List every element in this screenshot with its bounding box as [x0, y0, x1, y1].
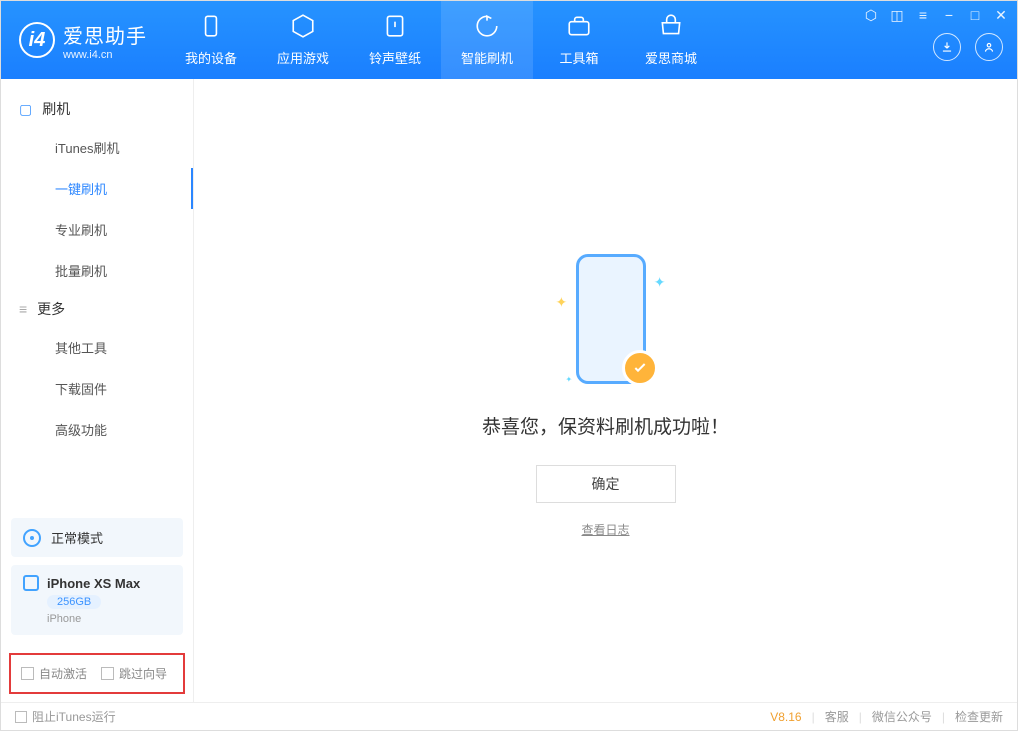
menu-icon[interactable]: ≡ [915, 7, 931, 24]
minimize-button[interactable]: − [941, 7, 957, 24]
device-small-icon [23, 575, 39, 591]
store-icon [658, 13, 684, 42]
lock-icon[interactable]: ◫ [889, 7, 905, 24]
user-icon[interactable] [975, 33, 1003, 61]
sidebar-item-download-firmware[interactable]: 下载固件 [1, 368, 193, 409]
device-icon [198, 13, 224, 42]
tab-tools[interactable]: 工具箱 [533, 1, 625, 79]
account-icons [933, 33, 1003, 61]
sidebar-item-pro-flash[interactable]: 专业刷机 [1, 209, 193, 250]
sidebar-item-batch-flash[interactable]: 批量刷机 [1, 250, 193, 291]
music-icon [382, 13, 408, 42]
version-label: V8.16 [770, 710, 801, 724]
sidebar-section-more: ≡ 更多 [1, 291, 193, 327]
tab-apps[interactable]: 应用游戏 [257, 1, 349, 79]
close-button[interactable]: ✕ [993, 7, 1009, 24]
status-bar: 阻止iTunes运行 V8.16 | 客服 | 微信公众号 | 检查更新 [1, 702, 1017, 730]
sidebar-item-itunes-flash[interactable]: iTunes刷机 [1, 127, 193, 168]
logo: i4 爱思助手 www.i4.cn [1, 20, 165, 61]
tab-my-device[interactable]: 我的设备 [165, 1, 257, 79]
mode-label: 正常模式 [51, 528, 103, 547]
success-message: 恭喜您，保资料刷机成功啦！ [482, 412, 729, 439]
download-icon[interactable] [933, 33, 961, 61]
sidebar-item-oneclick-flash[interactable]: 一键刷机 [1, 168, 193, 209]
tab-ringtones[interactable]: 铃声壁纸 [349, 1, 441, 79]
device-name: iPhone XS Max [47, 576, 140, 591]
app-title: 爱思助手 [63, 20, 147, 49]
sparkle-icon: ✦ [566, 375, 573, 384]
view-log-link[interactable]: 查看日志 [581, 521, 629, 538]
checkbox-skip-guide[interactable]: 跳过向导 [101, 665, 167, 682]
maximize-button[interactable]: □ [967, 7, 983, 24]
wechat-link[interactable]: 微信公众号 [872, 708, 932, 725]
ok-button[interactable]: 确定 [536, 465, 676, 503]
checkbox-icon [21, 667, 34, 680]
topbar: i4 爱思助手 www.i4.cn 我的设备 应用游戏 铃声壁纸 智能刷机 工具… [1, 1, 1017, 79]
main-content: ✦ ✦ ✦ 恭喜您，保资料刷机成功啦！ 确定 查看日志 [194, 79, 1017, 702]
sparkle-icon: ✦ [654, 274, 666, 291]
tab-store[interactable]: 爱思商城 [625, 1, 717, 79]
shirt-icon[interactable]: ⬡ [863, 7, 879, 24]
checkbox-block-itunes[interactable]: 阻止iTunes运行 [15, 708, 116, 725]
window-controls: ⬡ ◫ ≡ − □ ✕ [863, 7, 1009, 24]
nav-tabs: 我的设备 应用游戏 铃声壁纸 智能刷机 工具箱 爱思商城 [165, 1, 717, 79]
sidebar-section-flash: ▢ 刷机 [1, 91, 193, 127]
support-link[interactable]: 客服 [825, 708, 849, 725]
checkbox-auto-activate[interactable]: 自动激活 [21, 665, 87, 682]
check-update-link[interactable]: 检查更新 [955, 708, 1003, 725]
app-subtitle: www.i4.cn [63, 49, 147, 61]
success-illustration: ✦ ✦ ✦ [546, 244, 666, 394]
sidebar: ▢ 刷机 iTunes刷机 一键刷机 专业刷机 批量刷机 ≡ 更多 其他工具 下… [1, 79, 194, 702]
checkbox-icon [15, 711, 27, 723]
device-storage: 256GB [47, 595, 101, 609]
sparkle-icon: ✦ [556, 294, 568, 311]
mode-card[interactable]: 正常模式 [11, 518, 183, 557]
tab-flash[interactable]: 智能刷机 [441, 1, 533, 79]
check-badge-icon [622, 350, 658, 386]
cube-icon [290, 13, 316, 42]
checkbox-icon [101, 667, 114, 680]
list-icon: ≡ [19, 301, 27, 317]
sidebar-item-other-tools[interactable]: 其他工具 [1, 327, 193, 368]
mode-icon [23, 529, 41, 547]
highlighted-options: 自动激活 跳过向导 [9, 653, 185, 694]
device-card[interactable]: iPhone XS Max 256GB iPhone [11, 565, 183, 635]
logo-icon: i4 [19, 22, 55, 58]
refresh-icon [474, 13, 500, 42]
device-type: iPhone [47, 613, 81, 625]
phone-icon: ▢ [19, 101, 32, 118]
sidebar-item-advanced[interactable]: 高级功能 [1, 409, 193, 450]
toolbox-icon [566, 13, 592, 42]
